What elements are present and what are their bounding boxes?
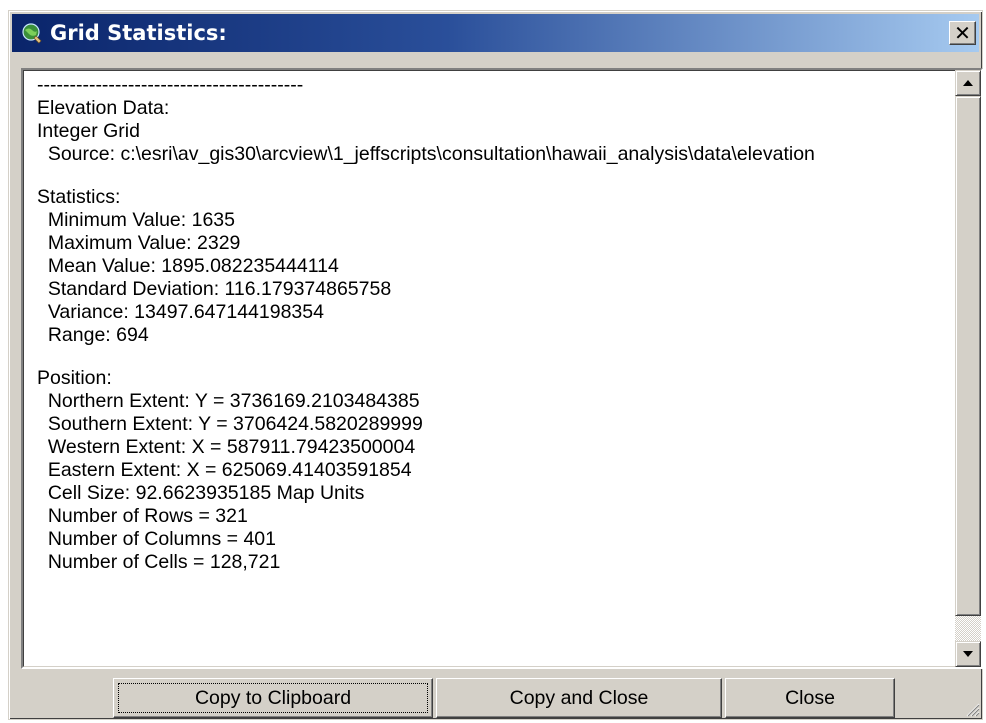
report-line: Range: 694 xyxy=(37,324,149,346)
copy-to-clipboard-label: Copy to Clipboard xyxy=(194,686,352,709)
report-line: Cell Size: 92.6623935185 Map Units xyxy=(37,482,365,504)
scroll-down-button[interactable] xyxy=(955,641,981,667)
close-window-button[interactable]: ✕ xyxy=(949,21,976,45)
resize-grip-icon[interactable] xyxy=(964,701,980,717)
report-line: Source: c:\esri\av_gis30\arcview\1_jeffs… xyxy=(37,143,815,165)
report-line: Elevation Data: xyxy=(37,97,170,119)
scroll-up-button[interactable] xyxy=(955,70,981,96)
close-icon: ✕ xyxy=(954,21,971,45)
report-line: Mean Value: 1895.082235444114 xyxy=(37,255,339,277)
report-line: Maximum Value: 2329 xyxy=(37,232,241,254)
report-line: Western Extent: X = 587911.79423500004 xyxy=(37,436,416,458)
report-line: Minimum Value: 1635 xyxy=(37,209,235,231)
report-line: Integer Grid xyxy=(37,120,140,142)
report-line: Standard Deviation: 116.179374865758 xyxy=(37,278,392,300)
scroll-thumb[interactable] xyxy=(955,96,981,616)
report-line: Number of Columns = 401 xyxy=(37,528,276,550)
report-line: Number of Cells = 128,721 xyxy=(37,551,281,573)
report-line: Number of Rows = 321 xyxy=(37,505,248,527)
statistics-report: ----------------------------------------… xyxy=(37,74,945,667)
report-line: Northern Extent: Y = 3736169.2103484385 xyxy=(37,390,420,412)
report-line: Southern Extent: Y = 3706424.5820289999 xyxy=(37,413,423,435)
close-label: Close xyxy=(785,686,835,709)
report-line: Variance: 13497.647144198354 xyxy=(37,301,324,323)
globe-icon xyxy=(20,21,44,45)
report-line: Eastern Extent: X = 625069.41403591854 xyxy=(37,459,412,481)
arrow-down-icon xyxy=(963,651,973,657)
report-line: Position: xyxy=(37,367,112,389)
report-line: Statistics: xyxy=(37,186,121,208)
vertical-scrollbar[interactable] xyxy=(955,70,981,667)
title-bar[interactable]: Grid Statistics: ✕ xyxy=(12,14,979,52)
window-title: Grid Statistics: xyxy=(50,21,227,45)
close-button[interactable]: Close xyxy=(725,678,895,718)
report-line: ----------------------------------------… xyxy=(37,74,304,96)
copy-and-close-button[interactable]: Copy and Close xyxy=(436,678,722,718)
copy-and-close-label: Copy and Close xyxy=(509,686,649,709)
arrow-up-icon xyxy=(963,80,973,86)
copy-to-clipboard-button[interactable]: Copy to Clipboard xyxy=(113,678,433,718)
grid-statistics-dialog: Grid Statistics: ✕ ---------------------… xyxy=(8,10,983,720)
statistics-text-area[interactable]: ----------------------------------------… xyxy=(21,68,983,669)
